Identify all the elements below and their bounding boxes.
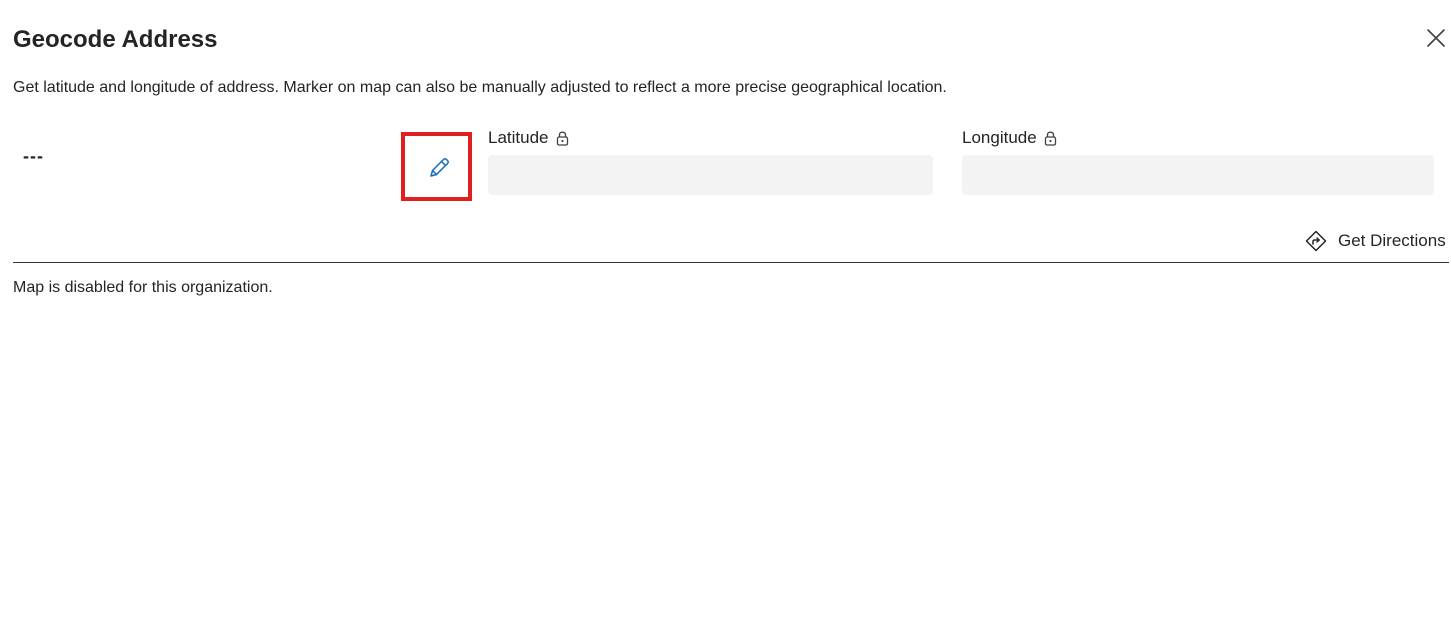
geocode-dialog: Geocode Address Get latitude and longitu… [0, 0, 1451, 642]
address-value: --- [23, 146, 44, 166]
latitude-input[interactable] [488, 155, 933, 195]
lock-icon [1044, 131, 1056, 146]
get-directions-button[interactable]: Get Directions [1305, 230, 1446, 252]
longitude-label: Longitude [962, 128, 1037, 147]
longitude-input[interactable] [962, 155, 1434, 195]
close-icon [1427, 29, 1445, 47]
pencil-icon [430, 158, 449, 177]
longitude-label-group: Longitude [962, 128, 1057, 148]
dialog-title: Geocode Address [13, 26, 218, 53]
map-disabled-message: Map is disabled for this organization. [13, 279, 273, 296]
lock-icon [556, 131, 568, 146]
directions-icon [1305, 230, 1327, 252]
section-divider [13, 262, 1449, 263]
latitude-label: Latitude [488, 128, 549, 147]
dialog-description: Get latitude and longitude of address. M… [13, 79, 947, 96]
edit-address-button[interactable] [424, 153, 454, 183]
get-directions-label: Get Directions [1338, 231, 1446, 250]
latitude-label-group: Latitude [488, 128, 569, 148]
close-button[interactable] [1424, 26, 1448, 50]
